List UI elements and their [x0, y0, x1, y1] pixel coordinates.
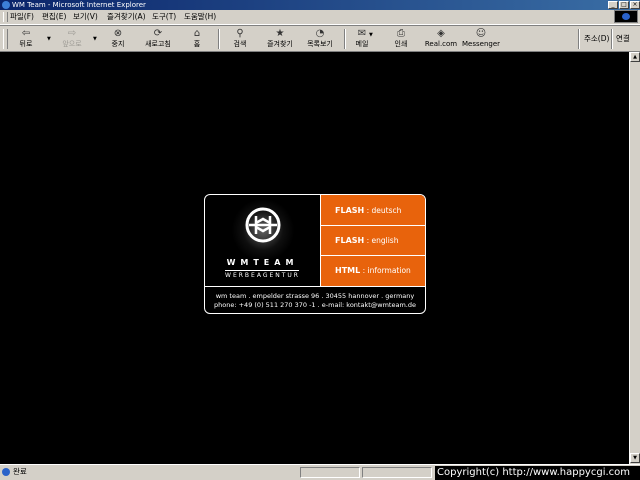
minimize-button[interactable]: _ — [608, 1, 618, 9]
menu-favorites[interactable]: 즐겨찾기(A) — [107, 10, 146, 24]
brand-name: WMTEAM — [226, 258, 299, 267]
mail-icon: ✉ — [357, 28, 367, 39]
history-button[interactable]: ◔ 목록보기 — [302, 26, 338, 52]
logo-area: WMTEAM WERBEAGENTUR — [205, 195, 320, 285]
menu-tools[interactable]: 도구(T) — [152, 10, 176, 24]
option-flash-english[interactable]: FLASH : english — [320, 226, 425, 256]
messenger-icon: ☺ — [475, 28, 487, 39]
wm-logo-icon — [245, 207, 281, 243]
favorites-icon: ★ — [275, 28, 285, 39]
refresh-icon: ⟳ — [153, 28, 163, 39]
back-arrow-icon: ⇦ — [21, 28, 31, 39]
scroll-down-icon[interactable]: ▼ — [630, 453, 640, 463]
option-flash-deutsch[interactable]: FLASH : deutsch — [320, 195, 425, 226]
page-done-icon — [2, 468, 10, 476]
close-button[interactable]: × — [630, 1, 640, 9]
maximize-button[interactable]: □ — [619, 1, 629, 9]
forward-dropdown-icon[interactable]: ▼ — [93, 36, 97, 42]
language-options: FLASH : deutsch FLASH : english HTML : i… — [320, 195, 425, 286]
toolbar-separator — [344, 29, 346, 49]
home-icon: ⌂ — [193, 28, 201, 39]
copyright-watermark: Copyright(c) http://www.happycgi.com — [435, 466, 640, 480]
contact-info: wm team . empelder strasse 96 . 30455 ha… — [205, 286, 425, 310]
forward-button[interactable]: ⇨ 앞으로 — [56, 26, 88, 52]
ie-logo-icon — [2, 1, 10, 9]
toolbar-separator — [578, 29, 580, 49]
toolbar-grip — [3, 29, 8, 49]
status-panel — [362, 467, 432, 478]
realcom-button[interactable]: ◈ Real.com — [424, 26, 458, 52]
refresh-button[interactable]: ⟳ 새로고침 — [140, 26, 176, 52]
toolbar-separator — [611, 29, 613, 49]
realcom-icon: ◈ — [437, 28, 445, 39]
mail-dropdown-icon[interactable]: ▼ — [369, 32, 373, 38]
vertical-scrollbar[interactable]: ▲ ▼ — [629, 52, 640, 464]
toolbar-separator — [218, 29, 220, 49]
search-button[interactable]: ⚲ 검색 — [227, 26, 253, 52]
messenger-button[interactable]: ☺ Messenger — [462, 26, 500, 52]
status-panel — [300, 467, 360, 478]
stop-button[interactable]: ⊗ 중지 — [104, 26, 132, 52]
splash-card: WMTEAM WERBEAGENTUR FLASH : deutsch FLAS… — [204, 194, 426, 314]
links-label[interactable]: 연결 — [616, 26, 630, 52]
menu-view[interactable]: 보기(V) — [73, 10, 98, 24]
menu-bar: 파일(F) 편집(E) 보기(V) 즐겨찾기(A) 도구(T) 도움말(H) — [0, 10, 640, 25]
ie-throbber-icon — [614, 10, 638, 23]
menu-help[interactable]: 도움말(H) — [184, 10, 216, 24]
back-dropdown-icon[interactable]: ▼ — [47, 36, 51, 42]
address-label[interactable]: 주소(D) — [584, 26, 609, 52]
history-icon: ◔ — [315, 28, 325, 39]
mail-button[interactable]: ✉ 메일 — [352, 26, 372, 52]
printer-icon: ⎙ — [397, 28, 405, 39]
favorites-button[interactable]: ★ 즐겨찾기 — [262, 26, 298, 52]
back-button[interactable]: ⇦ 뒤로 — [12, 26, 40, 52]
search-icon: ⚲ — [236, 28, 244, 39]
toolbar: ⇦ 뒤로 ▼ ⇨ 앞으로 ▼ ⊗ 중지 ⟳ 새로고침 ⌂ 홈 ⚲ 검색 ★ 즐겨… — [0, 25, 640, 52]
postal-address: wm team . empelder strasse 96 . 30455 ha… — [215, 292, 415, 300]
window-title: WM Team - Microsoft Internet Explorer — [12, 1, 146, 9]
brand-divider — [225, 270, 299, 271]
menu-file[interactable]: 파일(F) — [10, 10, 34, 24]
scroll-up-icon[interactable]: ▲ — [630, 52, 640, 62]
forward-arrow-icon: ⇨ — [67, 28, 77, 39]
option-html-information[interactable]: HTML : information — [320, 256, 425, 286]
menu-grip — [3, 12, 8, 22]
phone-email[interactable]: phone: +49 (0) 511 270 370 -1 . e-mail: … — [205, 301, 425, 310]
title-bar: WM Team - Microsoft Internet Explorer _ … — [0, 0, 640, 10]
print-button[interactable]: ⎙ 인쇄 — [390, 26, 412, 52]
status-text: 완료 — [13, 467, 27, 476]
home-button[interactable]: ⌂ 홈 — [185, 26, 209, 52]
menu-edit[interactable]: 편집(E) — [42, 10, 66, 24]
stop-icon: ⊗ — [113, 28, 123, 39]
brand-subtitle: WERBEAGENTUR — [225, 272, 300, 279]
